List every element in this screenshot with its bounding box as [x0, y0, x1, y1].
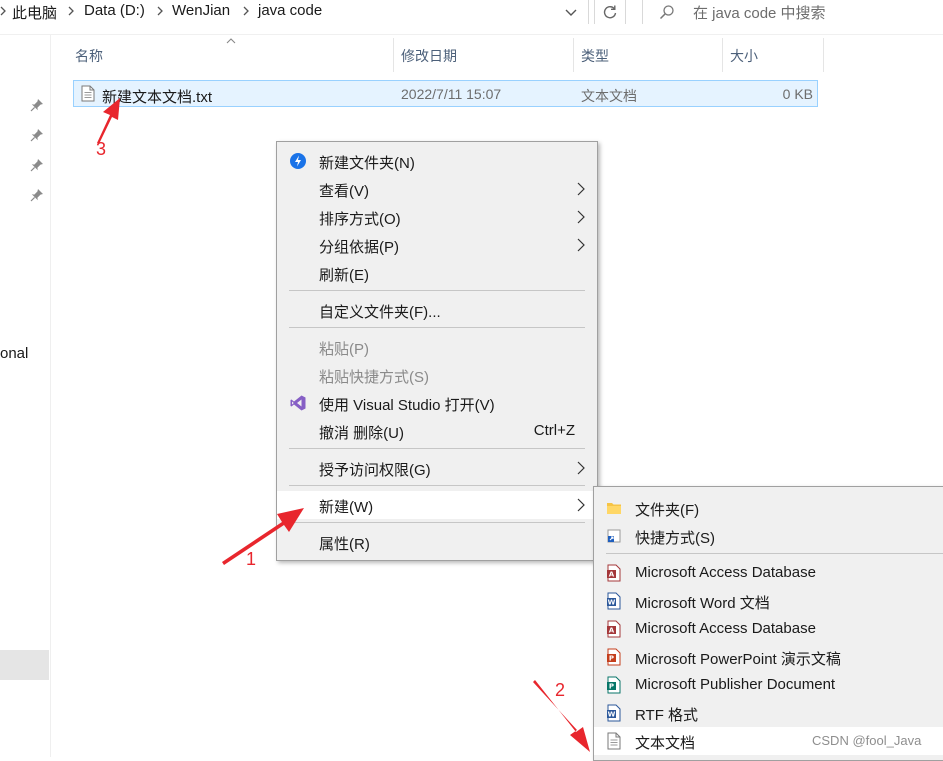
annotation-arrow-1 — [222, 508, 304, 565]
annotation-step-3: 3 — [96, 139, 107, 159]
annotation-step-1: 1 — [246, 549, 257, 569]
annotation-arrows — [97, 98, 590, 752]
annotation-arrow-3 — [97, 98, 120, 144]
watermark: CSDN @fool_Java — [812, 733, 922, 748]
annotation-step-2: 2 — [555, 680, 566, 700]
